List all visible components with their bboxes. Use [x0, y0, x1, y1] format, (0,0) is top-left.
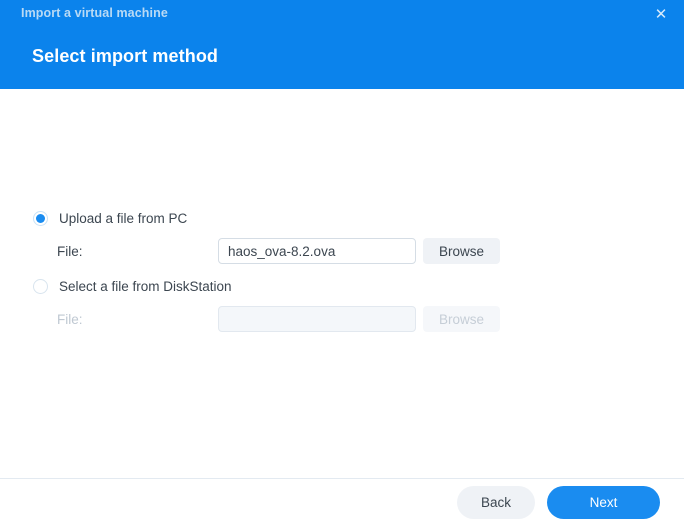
- close-icon[interactable]: ✕: [650, 3, 672, 25]
- back-button[interactable]: Back: [457, 485, 535, 519]
- radio-select-from-diskstation[interactable]: [33, 278, 48, 294]
- title-bar: Import a virtual machine ✕: [0, 0, 684, 28]
- radio-label-upload-from-pc[interactable]: Upload a file from PC: [59, 211, 187, 226]
- radio-option-upload-from-pc[interactable]: Upload a file from PC: [33, 208, 187, 228]
- page-title: Select import method: [32, 46, 219, 66]
- next-button[interactable]: Next: [547, 485, 660, 519]
- radio-label-select-from-diskstation[interactable]: Select a file from DiskStation: [59, 279, 232, 294]
- file-label-upload-from-pc: File:: [57, 243, 83, 259]
- dialog-header: Import a virtual machine ✕ Select import…: [0, 0, 684, 89]
- file-input-select-from-diskstation: [218, 306, 416, 332]
- dialog-footer: Back Next: [0, 478, 684, 525]
- file-row-upload-from-pc: File: Browse: [57, 238, 500, 264]
- radio-upload-from-pc[interactable]: [33, 210, 48, 226]
- file-row-select-from-diskstation: File: Browse: [57, 306, 500, 332]
- browse-button-upload-from-pc[interactable]: Browse: [423, 238, 500, 264]
- browse-button-select-from-diskstation: Browse: [423, 306, 500, 332]
- file-label-select-from-diskstation: File:: [57, 311, 83, 327]
- import-virtual-machine-dialog: Import a virtual machine ✕ Select import…: [0, 0, 684, 525]
- dialog-body: Upload a file from PC File: Browse Selec…: [0, 89, 684, 478]
- window-title: Import a virtual machine: [21, 6, 168, 20]
- file-input-upload-from-pc[interactable]: [218, 238, 416, 264]
- radio-option-select-from-diskstation[interactable]: Select a file from DiskStation: [33, 276, 232, 296]
